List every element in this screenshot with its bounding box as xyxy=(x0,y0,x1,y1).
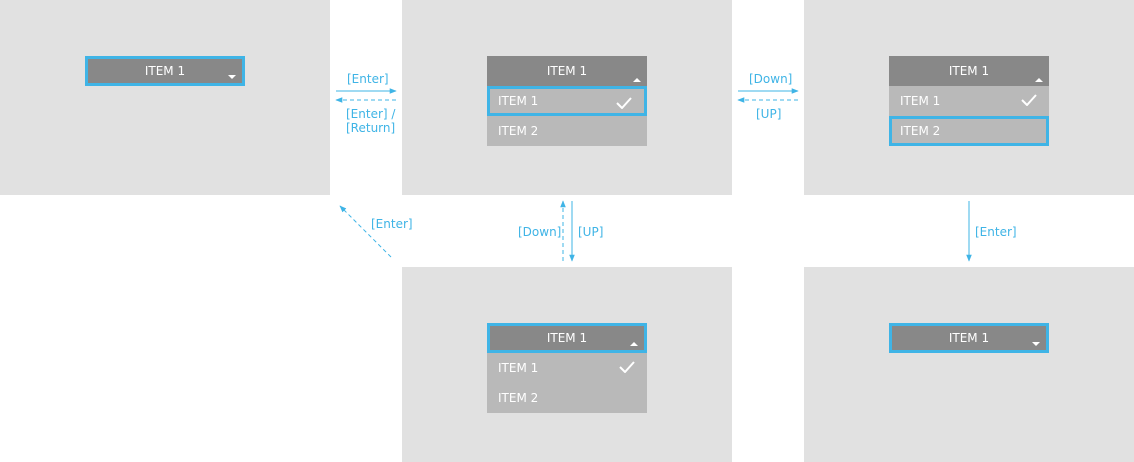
label-enter-diagonal: [Enter] xyxy=(371,217,413,231)
transition-arrows xyxy=(335,88,972,262)
label-enter-forward: [Enter] xyxy=(347,72,389,86)
label-down-right: [Down] xyxy=(749,72,793,86)
label-down-vertical: [Down] xyxy=(518,225,562,239)
label-enter-return: [Enter] / [Return] xyxy=(346,107,395,135)
label-enter-return-line1: [Enter] / xyxy=(346,107,396,121)
label-up-vertical: [UP] xyxy=(578,225,604,239)
label-enter-return-line2: [Return] xyxy=(346,121,396,135)
label-enter-select: [Enter] xyxy=(975,225,1017,239)
label-up-left: [UP] xyxy=(756,107,782,121)
arrow-enter-diagonal xyxy=(339,205,392,258)
